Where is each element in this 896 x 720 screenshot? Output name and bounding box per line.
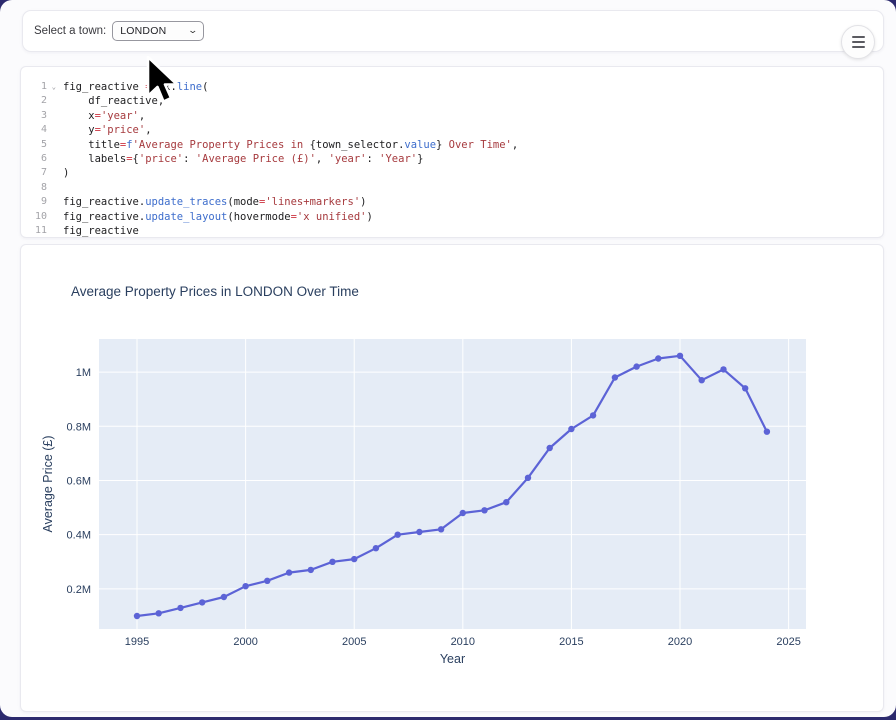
town-select-value: LONDON	[120, 25, 166, 37]
data-point-marker[interactable]	[460, 510, 466, 516]
data-point-marker[interactable]	[308, 567, 314, 573]
code-line[interactable]: 7)	[21, 166, 883, 180]
y-axis-title: Average Price (£)	[41, 435, 55, 532]
code-text: y='price',	[47, 123, 152, 137]
fold-arrow-icon[interactable]: ⌄	[52, 80, 56, 94]
chart-canvas[interactable]: 1995 2000 2005 2010 2015 2020 2025 0.2M 0.4M 0.6M…	[21, 245, 885, 713]
code-text	[47, 181, 63, 195]
data-point-marker[interactable]	[655, 355, 661, 361]
y-tick-label: 0.2M	[67, 584, 91, 596]
x-tick-label: 1995	[125, 636, 149, 648]
data-point-marker[interactable]	[286, 569, 292, 575]
select-town-label: Select a town:	[34, 25, 106, 37]
data-point-marker[interactable]	[416, 529, 422, 535]
y-tick-label: 0.4M	[67, 530, 91, 542]
line-number: 6	[21, 152, 47, 166]
x-tick-label: 2005	[342, 636, 366, 648]
line-number: 5	[21, 138, 47, 152]
notebook-page: Select a town: LONDON ⌄ 1⌄fig_reactive =…	[0, 0, 896, 717]
data-point-marker[interactable]	[677, 353, 683, 359]
y-tick-label: 1M	[76, 367, 91, 379]
code-lines: 1⌄fig_reactive = px.line(2 df_reactive,3…	[21, 80, 883, 238]
notebook-menu-button[interactable]	[841, 25, 875, 59]
code-line[interactable]: 10fig_reactive.update_layout(hovermode='…	[21, 210, 883, 224]
data-point-marker[interactable]	[438, 526, 444, 532]
code-text: fig_reactive.update_layout(hovermode='x …	[47, 210, 373, 224]
x-tick-label: 2010	[451, 636, 475, 648]
x-axis-title: Year	[440, 652, 465, 666]
data-point-marker[interactable]	[156, 610, 162, 616]
data-point-marker[interactable]	[568, 426, 574, 432]
data-point-marker[interactable]	[242, 583, 248, 589]
x-tick-label: 2020	[668, 636, 692, 648]
line-number: 1⌄	[21, 80, 47, 94]
code-text: x='year',	[47, 109, 145, 123]
code-text: )	[47, 166, 69, 180]
line-number: 8	[21, 181, 47, 195]
line-number: 11	[21, 224, 47, 238]
data-point-marker[interactable]	[612, 374, 618, 380]
data-point-marker[interactable]	[373, 545, 379, 551]
y-tick-label: 0.6M	[67, 475, 91, 487]
data-point-marker[interactable]	[764, 429, 770, 435]
data-point-marker[interactable]	[699, 377, 705, 383]
data-point-marker[interactable]	[329, 559, 335, 565]
data-point-marker[interactable]	[395, 532, 401, 538]
code-line[interactable]: 4 y='price',	[21, 123, 883, 137]
code-line[interactable]: 8	[21, 181, 883, 195]
code-text: labels={'price': 'Average Price (£)', 'y…	[47, 152, 423, 166]
town-select[interactable]: LONDON ⌄	[112, 21, 204, 41]
data-point-marker[interactable]	[547, 445, 553, 451]
chevron-down-icon: ⌄	[187, 25, 198, 36]
line-number: 4	[21, 123, 47, 137]
line-number: 2	[21, 94, 47, 108]
x-tick-label: 2000	[233, 636, 257, 648]
x-tick-label: 2015	[559, 636, 583, 648]
line-number: 10	[21, 210, 47, 224]
code-line[interactable]: 3 x='year',	[21, 109, 883, 123]
data-point-marker[interactable]	[525, 475, 531, 481]
data-point-marker[interactable]	[199, 599, 205, 605]
data-point-marker[interactable]	[503, 499, 509, 505]
data-point-marker[interactable]	[481, 507, 487, 513]
line-number: 9	[21, 195, 47, 209]
data-point-marker[interactable]	[177, 605, 183, 611]
code-text: fig_reactive = px.line(	[47, 80, 208, 94]
code-line[interactable]: 11fig_reactive	[21, 224, 883, 238]
code-text: df_reactive,	[47, 94, 164, 108]
code-line[interactable]: 1⌄fig_reactive = px.line(	[21, 80, 883, 94]
data-point-marker[interactable]	[351, 556, 357, 562]
code-line[interactable]: 2 df_reactive,	[21, 94, 883, 108]
data-point-marker[interactable]	[720, 366, 726, 372]
code-cell[interactable]: 1⌄fig_reactive = px.line(2 df_reactive,3…	[20, 66, 884, 238]
code-line[interactable]: 6 labels={'price': 'Average Price (£)', …	[21, 152, 883, 166]
code-line[interactable]: 5 title=f'Average Property Prices in {to…	[21, 138, 883, 152]
data-point-marker[interactable]	[742, 385, 748, 391]
data-point-marker[interactable]	[221, 594, 227, 600]
code-line[interactable]: 9fig_reactive.update_traces(mode='lines+…	[21, 195, 883, 209]
code-text: fig_reactive	[47, 224, 139, 238]
x-tick-label: 2025	[776, 636, 800, 648]
code-text: title=f'Average Property Prices in {town…	[47, 138, 518, 152]
data-point-marker[interactable]	[633, 363, 639, 369]
hamburger-menu-icon	[852, 36, 865, 38]
line-number: 7	[21, 166, 47, 180]
code-text: fig_reactive.update_traces(mode='lines+m…	[47, 195, 366, 209]
y-tick-label: 0.8M	[67, 421, 91, 433]
data-point-marker[interactable]	[134, 613, 140, 619]
selector-cell: Select a town: LONDON ⌄	[22, 10, 884, 52]
line-number: 3	[21, 109, 47, 123]
data-point-marker[interactable]	[590, 412, 596, 418]
chart-cell: Average Property Prices in LONDON Over T…	[20, 244, 884, 712]
data-point-marker[interactable]	[264, 578, 270, 584]
